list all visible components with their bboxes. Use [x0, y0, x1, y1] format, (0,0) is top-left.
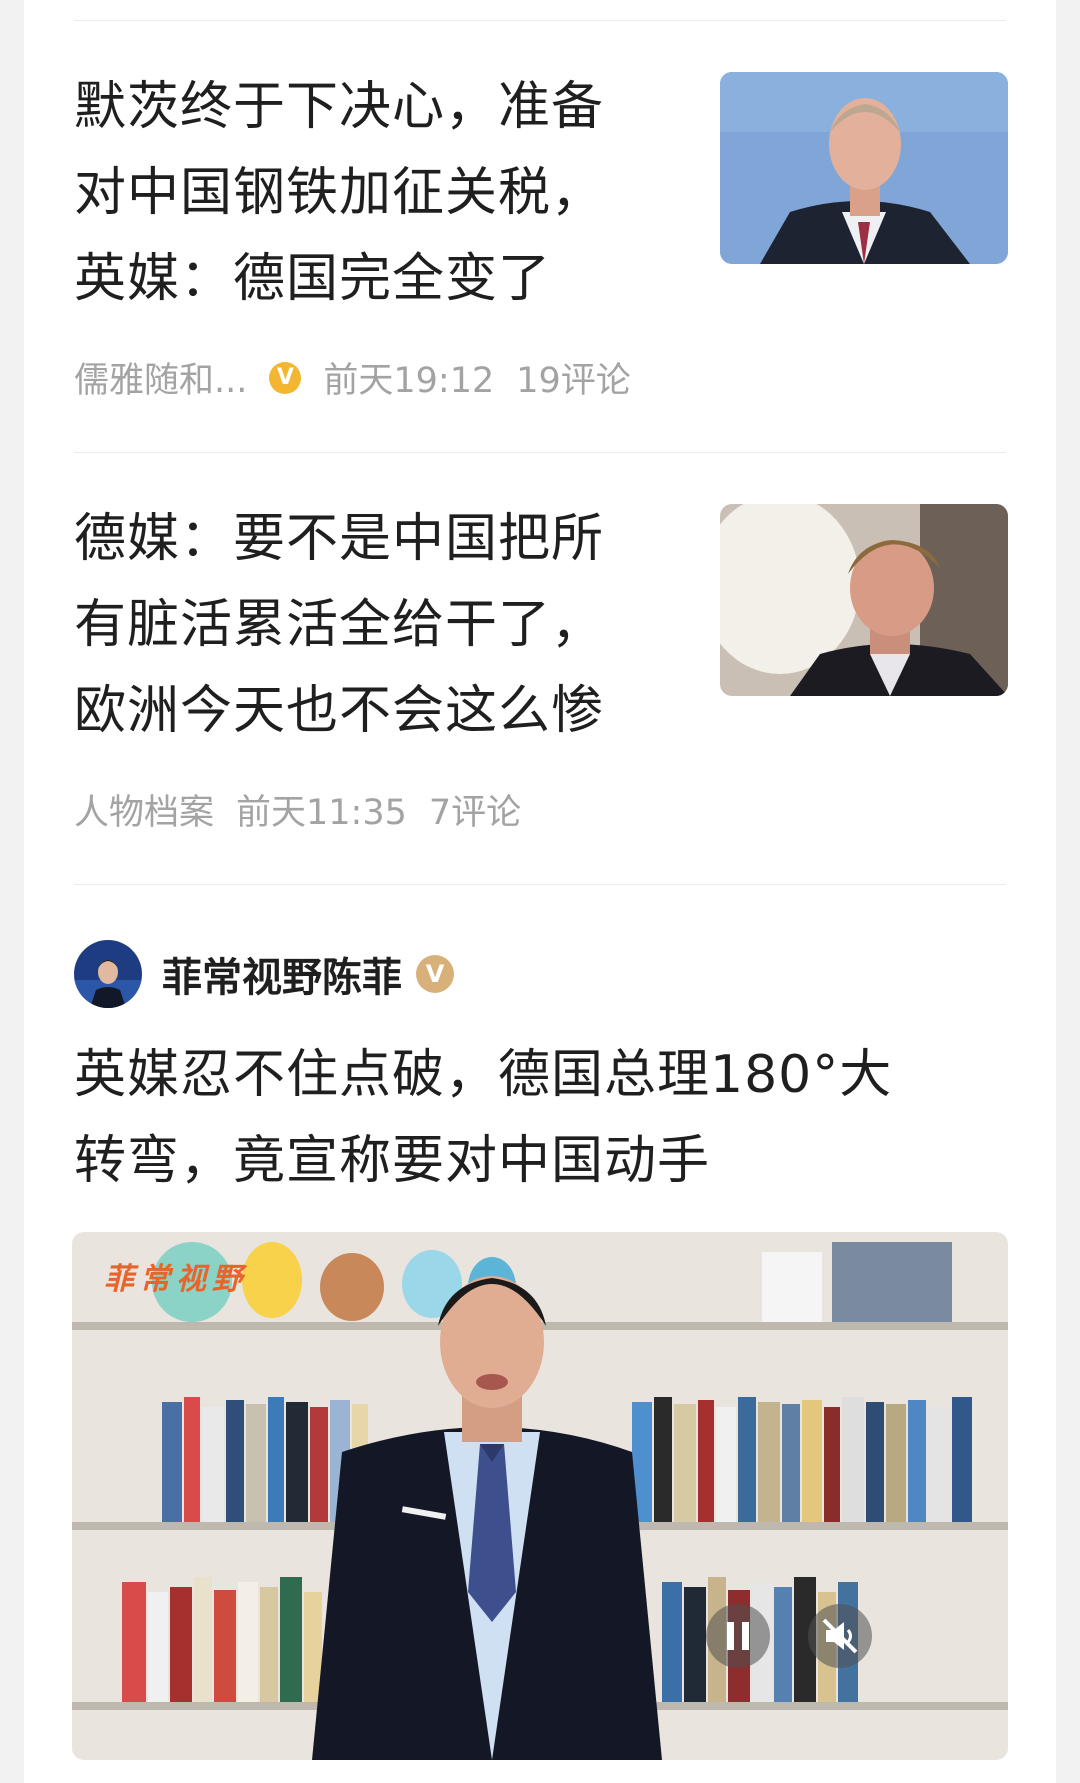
divider [74, 20, 1006, 21]
mute-button[interactable] [808, 1604, 872, 1668]
article-author[interactable]: 人物档案 [74, 784, 214, 835]
article-thumbnail[interactable] [720, 504, 1008, 696]
article-thumbnail[interactable] [720, 72, 1008, 264]
video-frame [72, 1232, 1008, 1760]
pause-icon [727, 1622, 749, 1650]
pause-button[interactable] [706, 1604, 770, 1668]
divider [74, 884, 1006, 885]
post-author-row[interactable]: 菲常视野陈菲 V [74, 940, 454, 1008]
verified-badge-icon: V [269, 361, 302, 394]
article-title[interactable]: 默茨终于下决心，准备 对中国钢铁加征关税， 英媒：德国完全变了 [74, 64, 604, 322]
article-meta: 儒雅随和... V 前天19:12 19评论 [74, 352, 653, 403]
article-comments[interactable]: 7评论 [429, 784, 521, 835]
article-time: 前天19:12 [323, 361, 495, 401]
video-watermark: 菲常视野 [104, 1262, 248, 1297]
avatar[interactable] [74, 940, 142, 1008]
feed-card: 默茨终于下决心，准备 对中国钢铁加征关税， 英媒：德国完全变了 儒雅随和... … [24, 0, 1056, 1783]
video-player[interactable]: 菲常视野 [72, 1232, 1008, 1760]
divider [74, 452, 1006, 453]
post-title[interactable]: 英媒忍不住点破，德国总理180°大 转弯，竟宣称要对中国动手 [74, 1032, 892, 1204]
article-title[interactable]: 德媒：要不是中国把所 有脏活累活全给干了， 欧洲今天也不会这么惨 [74, 496, 604, 754]
article-time: 前天11:35 [236, 793, 407, 833]
article-comments[interactable]: 19评论 [516, 352, 631, 403]
article-author[interactable]: 儒雅随和... [74, 352, 247, 403]
author-name[interactable]: 菲常视野陈菲 [162, 945, 402, 1003]
article-meta: 人物档案 前天11:35 7评论 [74, 784, 543, 835]
verified-badge-icon: V [416, 955, 454, 993]
mute-icon [822, 1618, 858, 1654]
